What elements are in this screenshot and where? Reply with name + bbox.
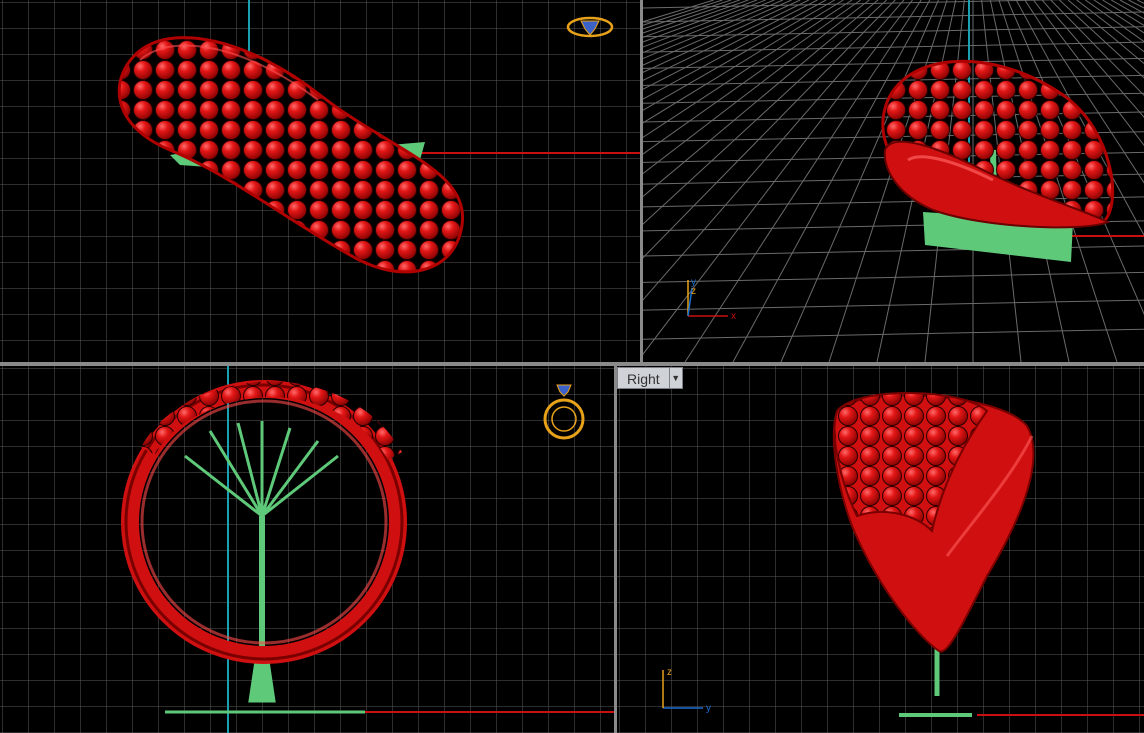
x-axis-label: x — [731, 311, 736, 322]
viewport-right[interactable]: y z — [617, 366, 1144, 733]
viewport-name-label: Right — [617, 367, 669, 389]
perspective-view-canvas[interactable]: x z y — [643, 0, 1144, 362]
dropdown-arrow-icon[interactable]: ▼ — [668, 367, 683, 389]
viewport-front[interactable] — [0, 366, 614, 733]
viewport-divider-horizontal[interactable] — [0, 362, 1144, 366]
right-view-canvas[interactable]: y z — [617, 366, 1144, 733]
y-axis-label: y — [706, 703, 711, 714]
top-view-canvas[interactable] — [0, 0, 640, 362]
front-view-canvas[interactable] — [0, 366, 614, 733]
viewport-name-dropdown[interactable]: Right ▼ — [617, 367, 683, 389]
y-axis-label: y — [691, 277, 696, 288]
viewport-perspective[interactable]: x z y — [643, 0, 1144, 362]
viewport-divider-vertical-bottom[interactable] — [614, 366, 617, 733]
z-axis-label: z — [667, 667, 672, 678]
viewport-top[interactable] — [0, 0, 640, 362]
viewport-divider-vertical-top[interactable] — [640, 0, 643, 362]
